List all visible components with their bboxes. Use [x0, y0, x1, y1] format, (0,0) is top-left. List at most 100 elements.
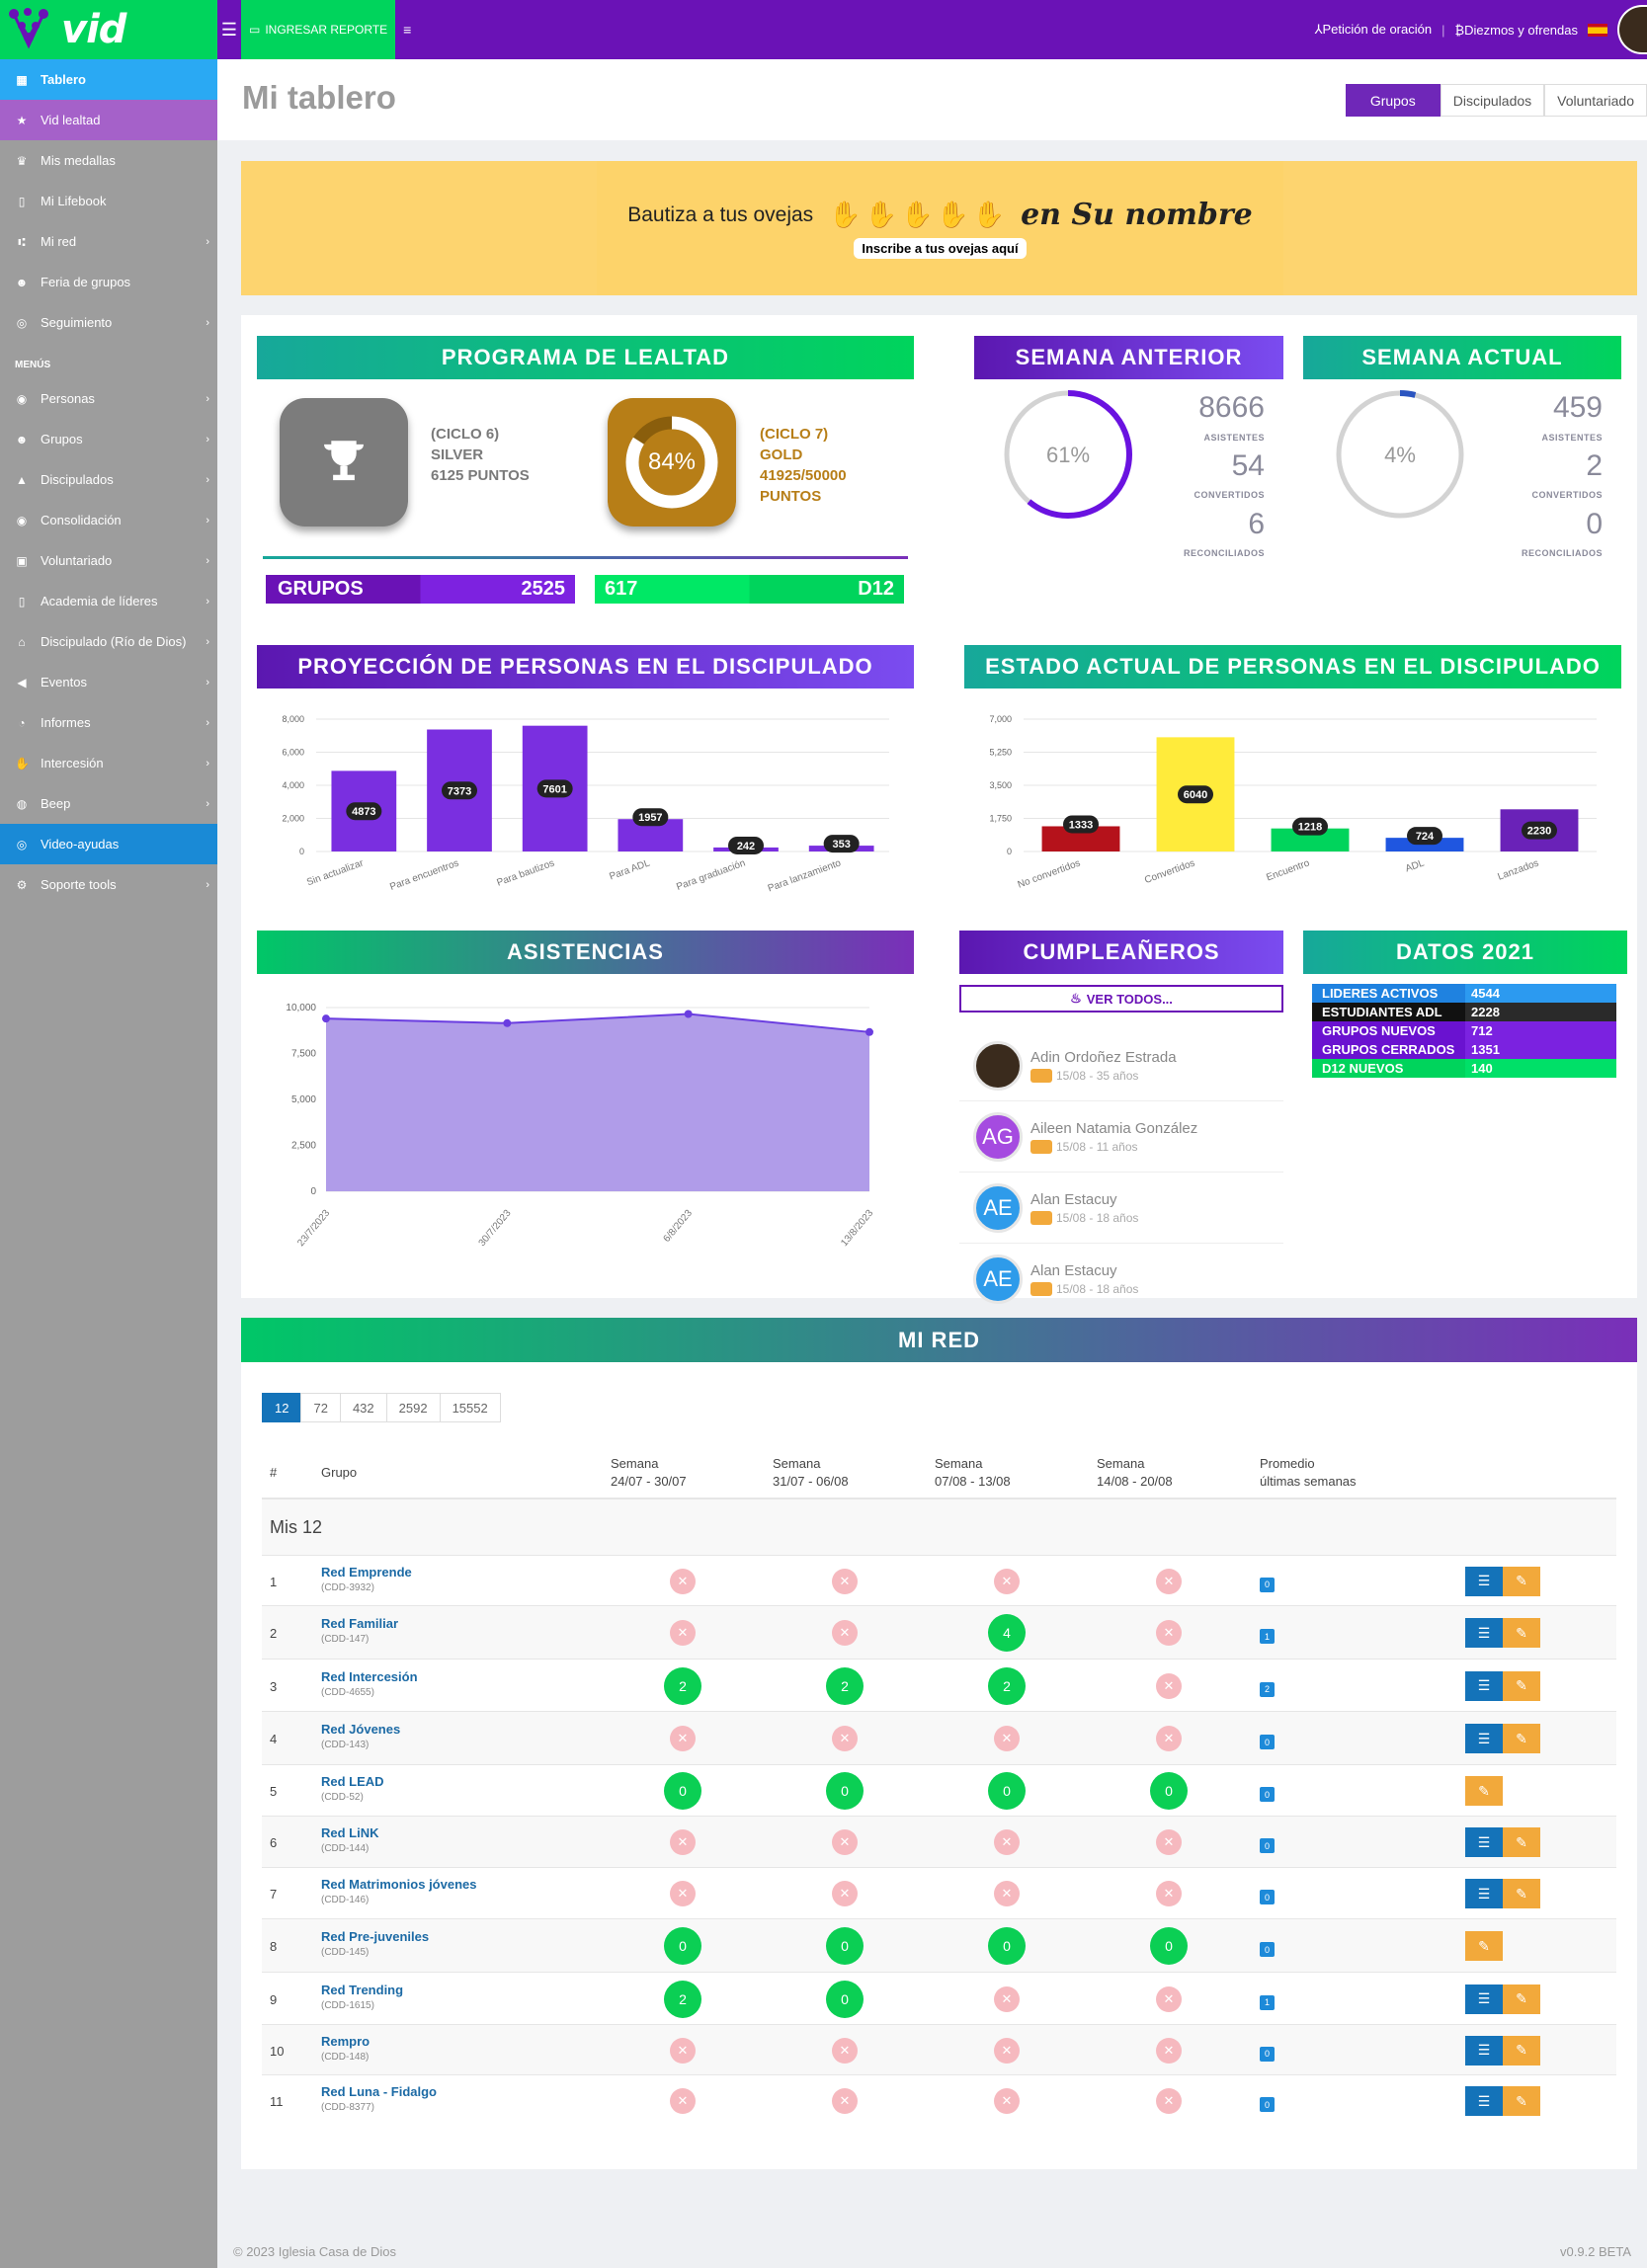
baptism-banner[interactable]: Bautiza a tus ovejas ✋ ✋ ✋ ✋ ✋ en Su nombre …	[241, 161, 1637, 295]
list-button[interactable]: ☰	[1465, 1618, 1503, 1648]
group-name-link[interactable]: Red Jóvenes	[321, 1722, 400, 1737]
edit-button[interactable]: ✎	[1503, 1618, 1540, 1648]
x-tick-label: 30/7/2023	[477, 1208, 514, 1249]
tab-voluntariado[interactable]: Voluntariado	[1544, 84, 1647, 117]
book-icon: ▯	[18, 594, 26, 608]
menu-toggle-icon[interactable]: ☰	[217, 0, 241, 59]
cake-icon	[1030, 1140, 1052, 1155]
birthday-item[interactable]: Adin Ordoñez Estrada 15/08 - 35 años	[973, 1031, 1177, 1100]
edit-button[interactable]: ✎	[1503, 1566, 1540, 1596]
week-count: 2	[826, 1666, 864, 1705]
data-label: 7601	[542, 783, 566, 795]
group-name-link[interactable]: Red Matrimonios jóvenes	[321, 1877, 476, 1892]
y-tick-label: 8,000	[282, 714, 304, 724]
sidebar-item-label: Mis medallas	[41, 153, 116, 168]
sidebar-item-academia-de-l-deres[interactable]: ▯ Academia de líderes ›	[0, 581, 217, 621]
data-label: 353	[832, 839, 850, 850]
y-tick-label: 0	[310, 1186, 316, 1197]
version: v0.9.2 BETA	[1559, 2243, 1631, 2259]
tab-grupos[interactable]: Grupos	[1345, 84, 1441, 117]
sidebar-item-informes[interactable]: ◔ Informes ›	[0, 702, 217, 743]
pager-15552[interactable]: 15552	[439, 1393, 501, 1422]
group-name-link[interactable]: Red LiNK	[321, 1825, 379, 1840]
user-avatar[interactable]	[1617, 5, 1647, 54]
list-button[interactable]: ☰	[1465, 1566, 1503, 1596]
hand-icon: ✋	[15, 756, 30, 770]
list-button[interactable]: ☰	[1465, 2035, 1503, 2066]
edit-button[interactable]: ✎	[1503, 2086, 1540, 2116]
list-button[interactable]: ☰	[1465, 1670, 1503, 1701]
tithes-link[interactable]: ₿Diezmos y ofrendas	[1454, 23, 1578, 38]
label-asistentes: ASISTENTES	[1203, 433, 1265, 443]
x-tick-label: Sin actualizar	[305, 857, 366, 888]
birthday-item[interactable]: AE Alan Estacuy 15/08 - 18 años	[973, 1245, 1138, 1314]
list-button[interactable]: ☰	[1465, 1984, 1503, 2014]
sidebar-item-mi-red[interactable]: ⑆ Mi red ›	[0, 221, 217, 262]
prayer-link[interactable]: ⅄Petición de oración	[1315, 22, 1433, 38]
edit-button[interactable]: ✎	[1503, 1984, 1540, 2014]
banner-cta-button[interactable]: Inscribe a tus ovejas aquí	[854, 238, 1027, 259]
average-badge: 0	[1260, 1735, 1275, 1749]
edit-button[interactable]: ✎	[1503, 1879, 1540, 1908]
edit-button[interactable]: ✎	[1503, 1724, 1540, 1753]
view-all-birthdays-button[interactable]: ♨ VER TODOS...	[959, 985, 1283, 1012]
hands-icon: ⅄	[1314, 22, 1323, 37]
row-number: 7	[270, 1887, 278, 1902]
spain-flag-icon[interactable]	[1588, 23, 1607, 37]
group-name-link[interactable]: Red Luna - Fidalgo	[321, 2084, 437, 2099]
curr-week-header: SEMANA ACTUAL	[1303, 336, 1621, 379]
no-report-icon: ✕	[994, 1726, 1020, 1751]
edit-button[interactable]: ✎	[1465, 1776, 1503, 1806]
pager-12[interactable]: 12	[262, 1393, 302, 1422]
sidebar-item-grupos[interactable]: ☻ Grupos ›	[0, 419, 217, 459]
group-code: (CDD-8377)	[321, 2102, 374, 2113]
sidebar-item-consolidaci-n[interactable]: ◉ Consolidación ›	[0, 500, 217, 540]
sidebar-item-soporte-tools[interactable]: ⚙ Soporte tools ›	[0, 864, 217, 905]
sidebar-item-personas[interactable]: ◉ Personas ›	[0, 378, 217, 419]
chevron-right-icon: ›	[206, 433, 209, 446]
group-name-link[interactable]: Red Trending	[321, 1983, 403, 1997]
group-name-link[interactable]: Red LEAD	[321, 1774, 384, 1789]
sidebar-item-mi-lifebook[interactable]: ▯ Mi Lifebook	[0, 181, 217, 221]
list-button[interactable]: ☰	[1465, 1827, 1503, 1857]
avatar: AG	[973, 1112, 1023, 1162]
sidebar-item-discipulados[interactable]: ▲ Discipulados ›	[0, 459, 217, 500]
report-button[interactable]: ▭ INGRESAR REPORTE	[241, 0, 396, 59]
group-name-link[interactable]: Red Emprende	[321, 1565, 412, 1580]
birthday-item[interactable]: AE Alan Estacuy 15/08 - 18 años	[973, 1174, 1138, 1243]
sidebar-item-mis-medallas[interactable]: ♛ Mis medallas	[0, 140, 217, 181]
group-name-link[interactable]: Red Familiar	[321, 1616, 398, 1631]
col-group: Grupo	[321, 1465, 358, 1480]
group-name-link[interactable]: Red Intercesión	[321, 1669, 418, 1684]
edit-button[interactable]: ✎	[1465, 1931, 1503, 1961]
edit-button[interactable]: ✎	[1503, 1827, 1540, 1857]
pager-2592[interactable]: 2592	[385, 1393, 441, 1422]
datos-row: GRUPOS NUEVOS 712	[1312, 1021, 1616, 1040]
sidebar-item-seguimiento[interactable]: ◎ Seguimiento ›	[0, 302, 217, 343]
list-button[interactable]: ☰	[1465, 1724, 1503, 1753]
x-tick-label: Convertidos	[1143, 857, 1196, 886]
sidebar-item-video-ayudas[interactable]: ◎ Video-ayudas	[0, 824, 217, 864]
list-button[interactable]: ☰	[1465, 2086, 1503, 2116]
tab-discipulados[interactable]: Discipulados	[1440, 84, 1545, 117]
group-name-link[interactable]: Rempro	[321, 2034, 370, 2049]
edit-button[interactable]: ✎	[1503, 1670, 1540, 1701]
edit-button[interactable]: ✎	[1503, 2035, 1540, 2066]
sidebar-item-beep[interactable]: ◍ Beep ›	[0, 783, 217, 824]
indent-icon[interactable]: ≡	[403, 22, 411, 38]
sidebar-item-eventos[interactable]: ◀ Eventos ›	[0, 662, 217, 702]
week-count: 0	[826, 1980, 864, 2018]
sidebar-item-discipulado-r-o-de-dios-[interactable]: ⌂ Discipulado (Río de Dios) ›	[0, 621, 217, 662]
pager-432[interactable]: 432	[339, 1393, 387, 1422]
pager-72[interactable]: 72	[300, 1393, 341, 1422]
birthday-item[interactable]: AG Aileen Natamia González 15/08 - 11 años	[973, 1102, 1197, 1172]
group-name-link[interactable]: Red Pre-juveniles	[321, 1929, 429, 1944]
brand-logo[interactable]: vid	[0, 0, 217, 59]
sidebar-item-voluntariado[interactable]: ▣ Voluntariado ›	[0, 540, 217, 581]
list-button[interactable]: ☰	[1465, 1879, 1503, 1908]
sidebar-item-intercesi-n[interactable]: ✋ Intercesión ›	[0, 743, 217, 783]
sidebar-item-feria-de-grupos[interactable]: ☻ Feria de grupos	[0, 262, 217, 302]
sidebar-item-tablero[interactable]: ▦ Tablero	[0, 59, 217, 100]
sidebar-item-vid-lealtad[interactable]: ★ Vid lealtad	[0, 100, 217, 140]
avatar	[973, 1041, 1023, 1091]
